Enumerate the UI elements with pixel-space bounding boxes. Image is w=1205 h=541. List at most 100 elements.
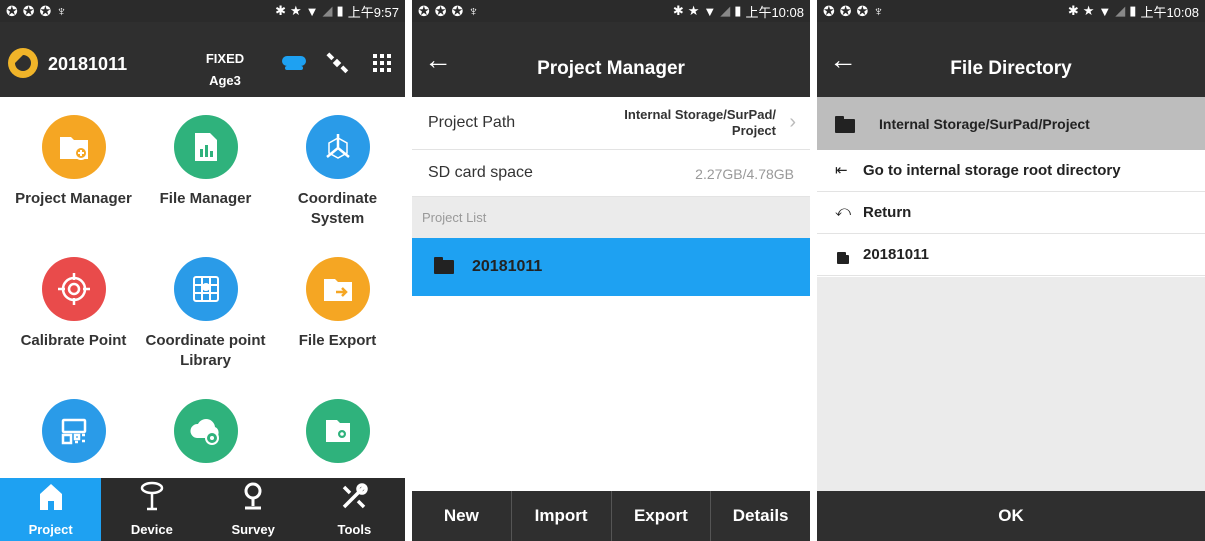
page-title: Project Manager (537, 58, 685, 79)
action-bar: New Import Export Details (412, 491, 810, 541)
star-icon: ★ (687, 3, 700, 18)
fix-status-label: FIXED (205, 51, 245, 66)
tile-coordinate-system[interactable]: Coordinate System (270, 115, 405, 229)
home-screen: ✪ ✪ ✪ ♆ ✱ ★ ▼ ◢ ▮ 上午9:57 20181011 FIXED … (0, 0, 405, 541)
tab-survey[interactable]: Survey (203, 478, 304, 541)
folder-row[interactable]: 20181011 (817, 234, 1205, 276)
details-button[interactable]: Details (711, 491, 810, 541)
tab-label: Survey (231, 522, 275, 537)
tile-label: Calibrate Point (20, 332, 127, 349)
tile-qr-code[interactable] (6, 399, 141, 473)
file-directory-screen: ✪ ✪ ✪ ♆ ✱ ★ ▼ ◢ ▮ 上午10:08 ← File Directo… (817, 0, 1205, 541)
chevron-right-icon: › (789, 111, 796, 133)
sync-icon: ✪ (418, 2, 430, 19)
satellite-icon[interactable] (325, 52, 351, 74)
project-manager-screen: ✪ ✪ ✪ ♆ ✱ ★ ▼ ◢ ▮ 上午10:08 ← Project Mana… (412, 0, 810, 541)
signal-icon: ◢ (322, 3, 333, 18)
tab-project[interactable]: Project (0, 478, 102, 541)
folder-name: 20181011 (863, 246, 929, 263)
sd-card-label: SD card space (428, 164, 533, 181)
tile-label: File Manager (159, 190, 252, 207)
tile-label: Project Manager (15, 190, 132, 207)
sd-card-value: 2.27GB/4.78GB (695, 166, 794, 182)
bottom-tab-bar: Project Device Survey Tools (0, 478, 405, 541)
folder-icon (835, 116, 855, 138)
battery-icon: ▮ (1129, 3, 1137, 18)
sync-icon: ✪ (839, 2, 852, 19)
map-pin-icon (240, 481, 266, 518)
receiver-icon[interactable] (281, 52, 307, 74)
target-icon (41, 257, 106, 321)
tile-calibrate-point[interactable]: Calibrate Point (6, 257, 141, 351)
app-logo-icon (8, 48, 38, 78)
tile-file-settings[interactable] (270, 399, 405, 473)
status-bar: ✪ ✪ ✪ ♆ ✱ ★ ▼ ◢ ▮ 上午10:08 (817, 0, 1205, 22)
project-list-header: Project List (412, 197, 810, 238)
project-path-row[interactable]: Project Path Internal Storage/SurPad/ Pr… (412, 97, 810, 150)
clock: 上午10:08 (1140, 4, 1199, 20)
project-path-value: Internal Storage/SurPad/ Project (624, 107, 776, 139)
folder-icon (837, 251, 849, 269)
tab-label: Device (130, 522, 173, 537)
project-item-name: 20181011 (472, 258, 543, 275)
export-button[interactable]: Export (612, 491, 712, 541)
clock: 上午10:08 (745, 4, 804, 20)
project-path-label: Project Path (428, 114, 516, 131)
bluetooth-icon: ✱ (275, 3, 286, 18)
status-bar: ✪ ✪ ✪ ♆ ✱ ★ ▼ ◢ ▮ 上午9:57 (0, 0, 405, 22)
star-icon: ★ (1082, 3, 1095, 18)
tile-file-manager[interactable]: File Manager (138, 115, 273, 209)
folder-icon (434, 257, 454, 279)
tab-device[interactable]: Device (101, 478, 202, 541)
map-grid-icon (173, 257, 238, 321)
bluetooth-icon: ✱ (672, 3, 684, 18)
tab-tools[interactable]: Tools (304, 478, 405, 541)
project-path-line-1: Internal Storage/SurPad/ (624, 107, 776, 122)
qr-code-icon (41, 399, 106, 463)
receiver-device-icon (139, 481, 165, 518)
tile-label: Coordinate point Library (145, 332, 266, 369)
go-root-row[interactable]: ⇤ Go to internal storage root directory (817, 150, 1205, 192)
empty-list-area (817, 277, 1205, 491)
import-button[interactable]: Import (512, 491, 612, 541)
battery-icon: ▮ (734, 3, 742, 18)
ok-button[interactable]: OK (817, 491, 1205, 541)
app-bar: ← File Directory (817, 22, 1205, 97)
sync-icon: ✪ (856, 2, 869, 19)
star-icon: ★ (290, 3, 302, 18)
go-root-icon: ⇤ (835, 162, 848, 179)
folder-export-icon (305, 257, 370, 321)
wifi-icon: ▼ (305, 3, 319, 19)
new-button[interactable]: New (412, 491, 512, 541)
apps-grid-icon[interactable] (369, 52, 395, 74)
file-chart-icon (173, 115, 238, 179)
location-icon: ♆ (873, 2, 884, 19)
axis-icon (305, 115, 370, 179)
current-project-name: 20181011 (48, 54, 128, 74)
clock: 上午9:57 (347, 4, 399, 20)
function-grid: Project Manager File Manager Coordinate … (0, 97, 405, 478)
location-icon: ♆ (468, 2, 479, 19)
tile-coordinate-point-library[interactable]: Coordinate point Library (138, 257, 273, 371)
status-bar: ✪ ✪ ✪ ♆ ✱ ★ ▼ ◢ ▮ 上午10:08 (412, 0, 810, 22)
app-bar: ← Project Manager (412, 22, 810, 97)
sd-card-row: SD card space 2.27GB/4.78GB (412, 150, 810, 197)
signal-icon: ◢ (720, 3, 731, 18)
tile-file-export[interactable]: File Export (270, 257, 405, 351)
wifi-icon: ▼ (703, 3, 717, 19)
project-list-item[interactable]: 20181011 (412, 238, 810, 296)
location-icon: ♆ (56, 2, 67, 19)
go-root-label: Go to internal storage root directory (863, 162, 1121, 179)
tile-cloud-settings[interactable] (138, 399, 273, 473)
sync-icon: ✪ (39, 2, 52, 19)
return-icon: ⤺ (835, 203, 852, 220)
gnss-status: FIXED Age3 (190, 48, 260, 92)
sync-icon: ✪ (823, 2, 835, 19)
return-row[interactable]: ⤺ Return (817, 192, 1205, 234)
current-path: Internal Storage/SurPad/Project (879, 116, 1090, 132)
bluetooth-icon: ✱ (1067, 3, 1079, 18)
file-settings-icon (305, 399, 370, 463)
age-label: Age3 (209, 73, 241, 88)
sync-icon: ✪ (22, 2, 35, 19)
tile-project-manager[interactable]: Project Manager (6, 115, 141, 209)
